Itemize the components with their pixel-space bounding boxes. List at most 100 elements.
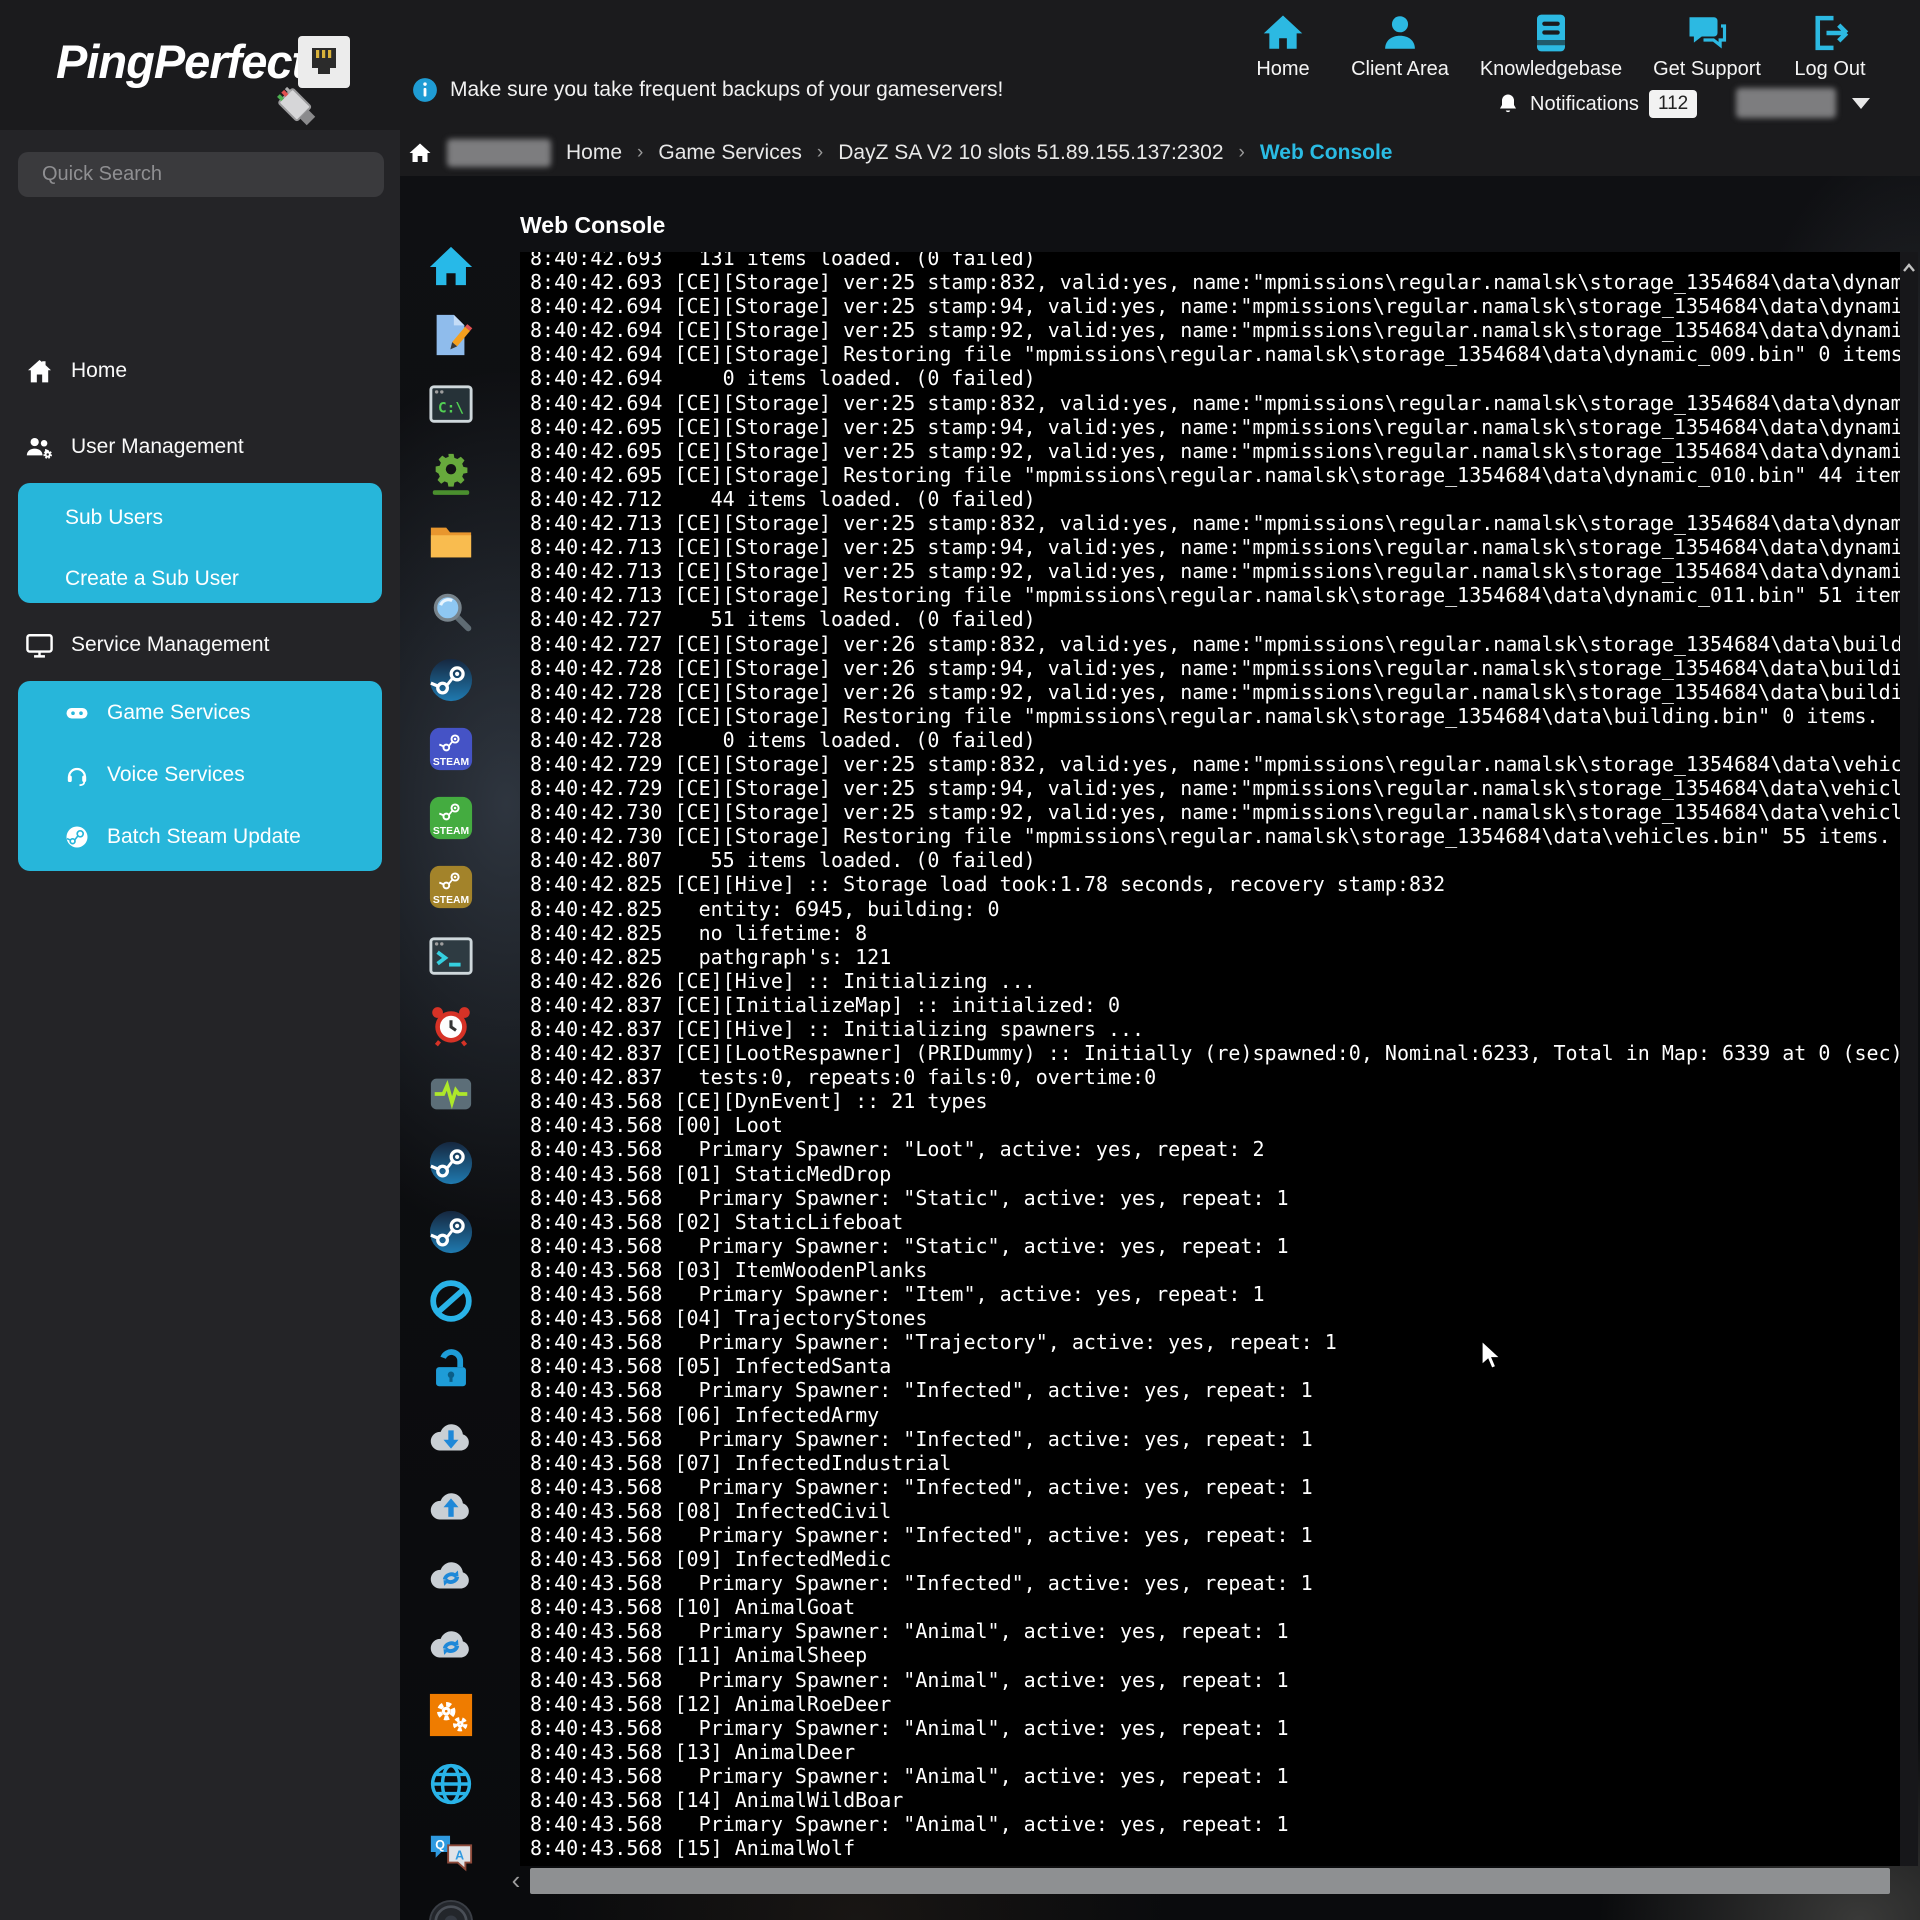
cloud-download-icon[interactable] bbox=[428, 1416, 474, 1462]
nav-knowledgebase[interactable]: Knowledgebase bbox=[1476, 12, 1626, 81]
folder-icon[interactable] bbox=[428, 519, 474, 565]
sidebar-item-home[interactable]: Home bbox=[0, 351, 400, 391]
svg-text:STEAM: STEAM bbox=[433, 826, 469, 837]
unlock-icon[interactable] bbox=[428, 1347, 474, 1393]
account-menu[interactable] bbox=[1736, 88, 1870, 118]
scroll-up-icon[interactable] bbox=[1902, 262, 1916, 274]
console-line: 8:40:42.728 [CE][Storage] ver:26 stamp:9… bbox=[530, 680, 1900, 704]
breadcrumb-home[interactable]: Home bbox=[566, 141, 622, 165]
console-panel: 8:40:42.693 131 items loaded. (0 failed)… bbox=[520, 252, 1900, 1866]
terminal-icon[interactable] bbox=[428, 933, 474, 979]
translate-icon[interactable]: QA bbox=[428, 1830, 474, 1876]
console-line: 8:40:42.825 pathgraph's: 121 bbox=[530, 945, 1900, 969]
console-line: 8:40:42.837 tests:0, repeats:0 fails:0, … bbox=[530, 1065, 1900, 1089]
edit-file-icon[interactable] bbox=[428, 312, 474, 358]
console-line: 8:40:43.568 Primary Spawner: "Loot", act… bbox=[530, 1137, 1900, 1161]
users-gear-icon bbox=[25, 433, 54, 462]
command-prompt-icon[interactable]: C:\ bbox=[428, 381, 474, 427]
nav-label: Log Out bbox=[1755, 58, 1905, 81]
alarm-clock-icon[interactable] bbox=[428, 1002, 474, 1048]
search-input[interactable] bbox=[18, 152, 384, 197]
steam-badge-green-icon[interactable]: STEAM bbox=[428, 795, 474, 841]
cloud-sync-icon[interactable] bbox=[428, 1623, 474, 1669]
console-line: 8:40:43.568 Primary Spawner: "Infected",… bbox=[530, 1475, 1900, 1499]
breadcrumb-game-services[interactable]: Game Services bbox=[658, 141, 802, 165]
sidebar-item-user-management[interactable]: User Management bbox=[0, 427, 400, 467]
sidebar-label: Home bbox=[71, 359, 127, 383]
nav-client-area[interactable]: Client Area bbox=[1325, 12, 1475, 81]
game-logo-icon[interactable] bbox=[428, 1899, 474, 1920]
notifications-button[interactable]: Notifications 112 bbox=[1496, 86, 1697, 122]
sidebar-item-sub-users[interactable]: Sub Users bbox=[65, 506, 163, 530]
sidebar-item-batch-steam-update[interactable]: Batch Steam Update bbox=[65, 825, 301, 849]
breadcrumb-separator: › bbox=[817, 142, 823, 164]
sidebar-item-create-sub-user[interactable]: Create a Sub User bbox=[65, 567, 239, 591]
cloud-sync-icon[interactable] bbox=[428, 1554, 474, 1600]
horizontal-scrollbar[interactable] bbox=[530, 1868, 1890, 1894]
gears-icon[interactable] bbox=[428, 1692, 474, 1738]
console-line: 8:40:42.730 [CE][Storage] Restoring file… bbox=[530, 824, 1900, 848]
search-icon[interactable] bbox=[428, 588, 474, 634]
steam-icon[interactable] bbox=[428, 657, 474, 703]
console-line: 8:40:42.693 131 items loaded. (0 failed) bbox=[530, 252, 1900, 270]
sidebar-label: Service Management bbox=[71, 633, 269, 657]
console-line: 8:40:43.568 [01] StaticMedDrop bbox=[530, 1162, 1900, 1186]
settings-gear-icon[interactable] bbox=[428, 450, 474, 496]
user-icon bbox=[1379, 12, 1421, 54]
notifications-label: Notifications bbox=[1530, 93, 1639, 116]
breadcrumb-separator: › bbox=[1239, 142, 1245, 164]
page-title: Web Console bbox=[520, 212, 665, 239]
steam-badge-gold-icon[interactable]: STEAM bbox=[428, 864, 474, 910]
console-line: 8:40:43.568 Primary Spawner: "Static", a… bbox=[530, 1234, 1900, 1258]
console-output[interactable]: 8:40:42.693 131 items loaded. (0 failed)… bbox=[520, 252, 1900, 1860]
console-line: 8:40:42.713 [CE][Storage] Restoring file… bbox=[530, 583, 1900, 607]
svg-text:STEAM: STEAM bbox=[433, 895, 469, 906]
nav-log-out[interactable]: Log Out bbox=[1755, 12, 1905, 81]
vertical-scrollbar[interactable] bbox=[1900, 252, 1918, 1866]
breadcrumb-bar: Home › Game Services › DayZ SA V2 10 slo… bbox=[400, 130, 1920, 176]
console-line: 8:40:43.568 [15] AnimalWolf bbox=[530, 1836, 1900, 1860]
home-icon[interactable] bbox=[428, 243, 474, 289]
sidebar-item-voice-services[interactable]: Voice Services bbox=[65, 763, 245, 787]
console-line: 8:40:42.695 [CE][Storage] Restoring file… bbox=[530, 463, 1900, 487]
breadcrumb-separator: › bbox=[637, 142, 643, 164]
console-line: 8:40:43.568 Primary Spawner: "Animal", a… bbox=[530, 1716, 1900, 1740]
home-icon bbox=[25, 357, 54, 386]
console-line: 8:40:43.568 Primary Spawner: "Animal", a… bbox=[530, 1764, 1900, 1788]
sidebar-item-game-services[interactable]: Game Services bbox=[65, 701, 251, 725]
console-line: 8:40:42.694 [CE][Storage] ver:25 stamp:9… bbox=[530, 318, 1900, 342]
home-icon[interactable] bbox=[408, 141, 432, 165]
ethernet-plug-icon bbox=[262, 32, 358, 128]
console-line: 8:40:42.713 [CE][Storage] ver:25 stamp:9… bbox=[530, 535, 1900, 559]
console-line: 8:40:42.837 [CE][Hive] :: Initializing s… bbox=[530, 1017, 1900, 1041]
console-line: 8:40:43.568 Primary Spawner: "Animal", a… bbox=[530, 1812, 1900, 1836]
console-line: 8:40:43.568 Primary Spawner: "Infected",… bbox=[530, 1523, 1900, 1547]
service-management-submenu: Game Services Voice Services Batch Steam… bbox=[18, 681, 382, 871]
steam-icon[interactable] bbox=[428, 1140, 474, 1186]
cloud-upload-icon[interactable] bbox=[428, 1485, 474, 1531]
console-line: 8:40:42.728 [CE][Storage] Restoring file… bbox=[530, 704, 1900, 728]
backup-alert: Make sure you take frequent backups of y… bbox=[412, 72, 1003, 108]
console-line: 8:40:42.694 [CE][Storage] ver:25 stamp:9… bbox=[530, 294, 1900, 318]
console-line: 8:40:42.825 entity: 6945, building: 0 bbox=[530, 897, 1900, 921]
sidebar-label: Create a Sub User bbox=[65, 567, 239, 591]
svg-text:STEAM: STEAM bbox=[433, 757, 469, 768]
globe-icon[interactable] bbox=[428, 1761, 474, 1807]
svg-text:C:\: C:\ bbox=[438, 401, 464, 417]
ban-icon[interactable] bbox=[428, 1278, 474, 1324]
steam-icon[interactable] bbox=[428, 1209, 474, 1255]
scroll-left-icon[interactable]: ‹ bbox=[506, 1866, 526, 1894]
breadcrumb-server[interactable]: DayZ SA V2 10 slots 51.89.155.137:2302 bbox=[838, 141, 1223, 165]
console-line: 8:40:42.727 [CE][Storage] ver:26 stamp:8… bbox=[530, 632, 1900, 656]
activity-monitor-icon[interactable] bbox=[428, 1071, 474, 1117]
console-line: 8:40:43.568 [09] InfectedMedic bbox=[530, 1547, 1900, 1571]
redacted-username bbox=[1736, 88, 1836, 118]
home-icon bbox=[1262, 12, 1304, 54]
console-line: 8:40:42.730 [CE][Storage] ver:25 stamp:9… bbox=[530, 800, 1900, 824]
book-icon bbox=[1530, 12, 1572, 54]
steam-badge-blue-icon[interactable]: STEAM bbox=[428, 726, 474, 772]
sidebar-label: Game Services bbox=[107, 701, 251, 725]
svg-text:A: A bbox=[455, 1848, 464, 1862]
console-line: 8:40:42.728 [CE][Storage] ver:26 stamp:9… bbox=[530, 656, 1900, 680]
sidebar-item-service-management[interactable]: Service Management bbox=[0, 625, 400, 665]
